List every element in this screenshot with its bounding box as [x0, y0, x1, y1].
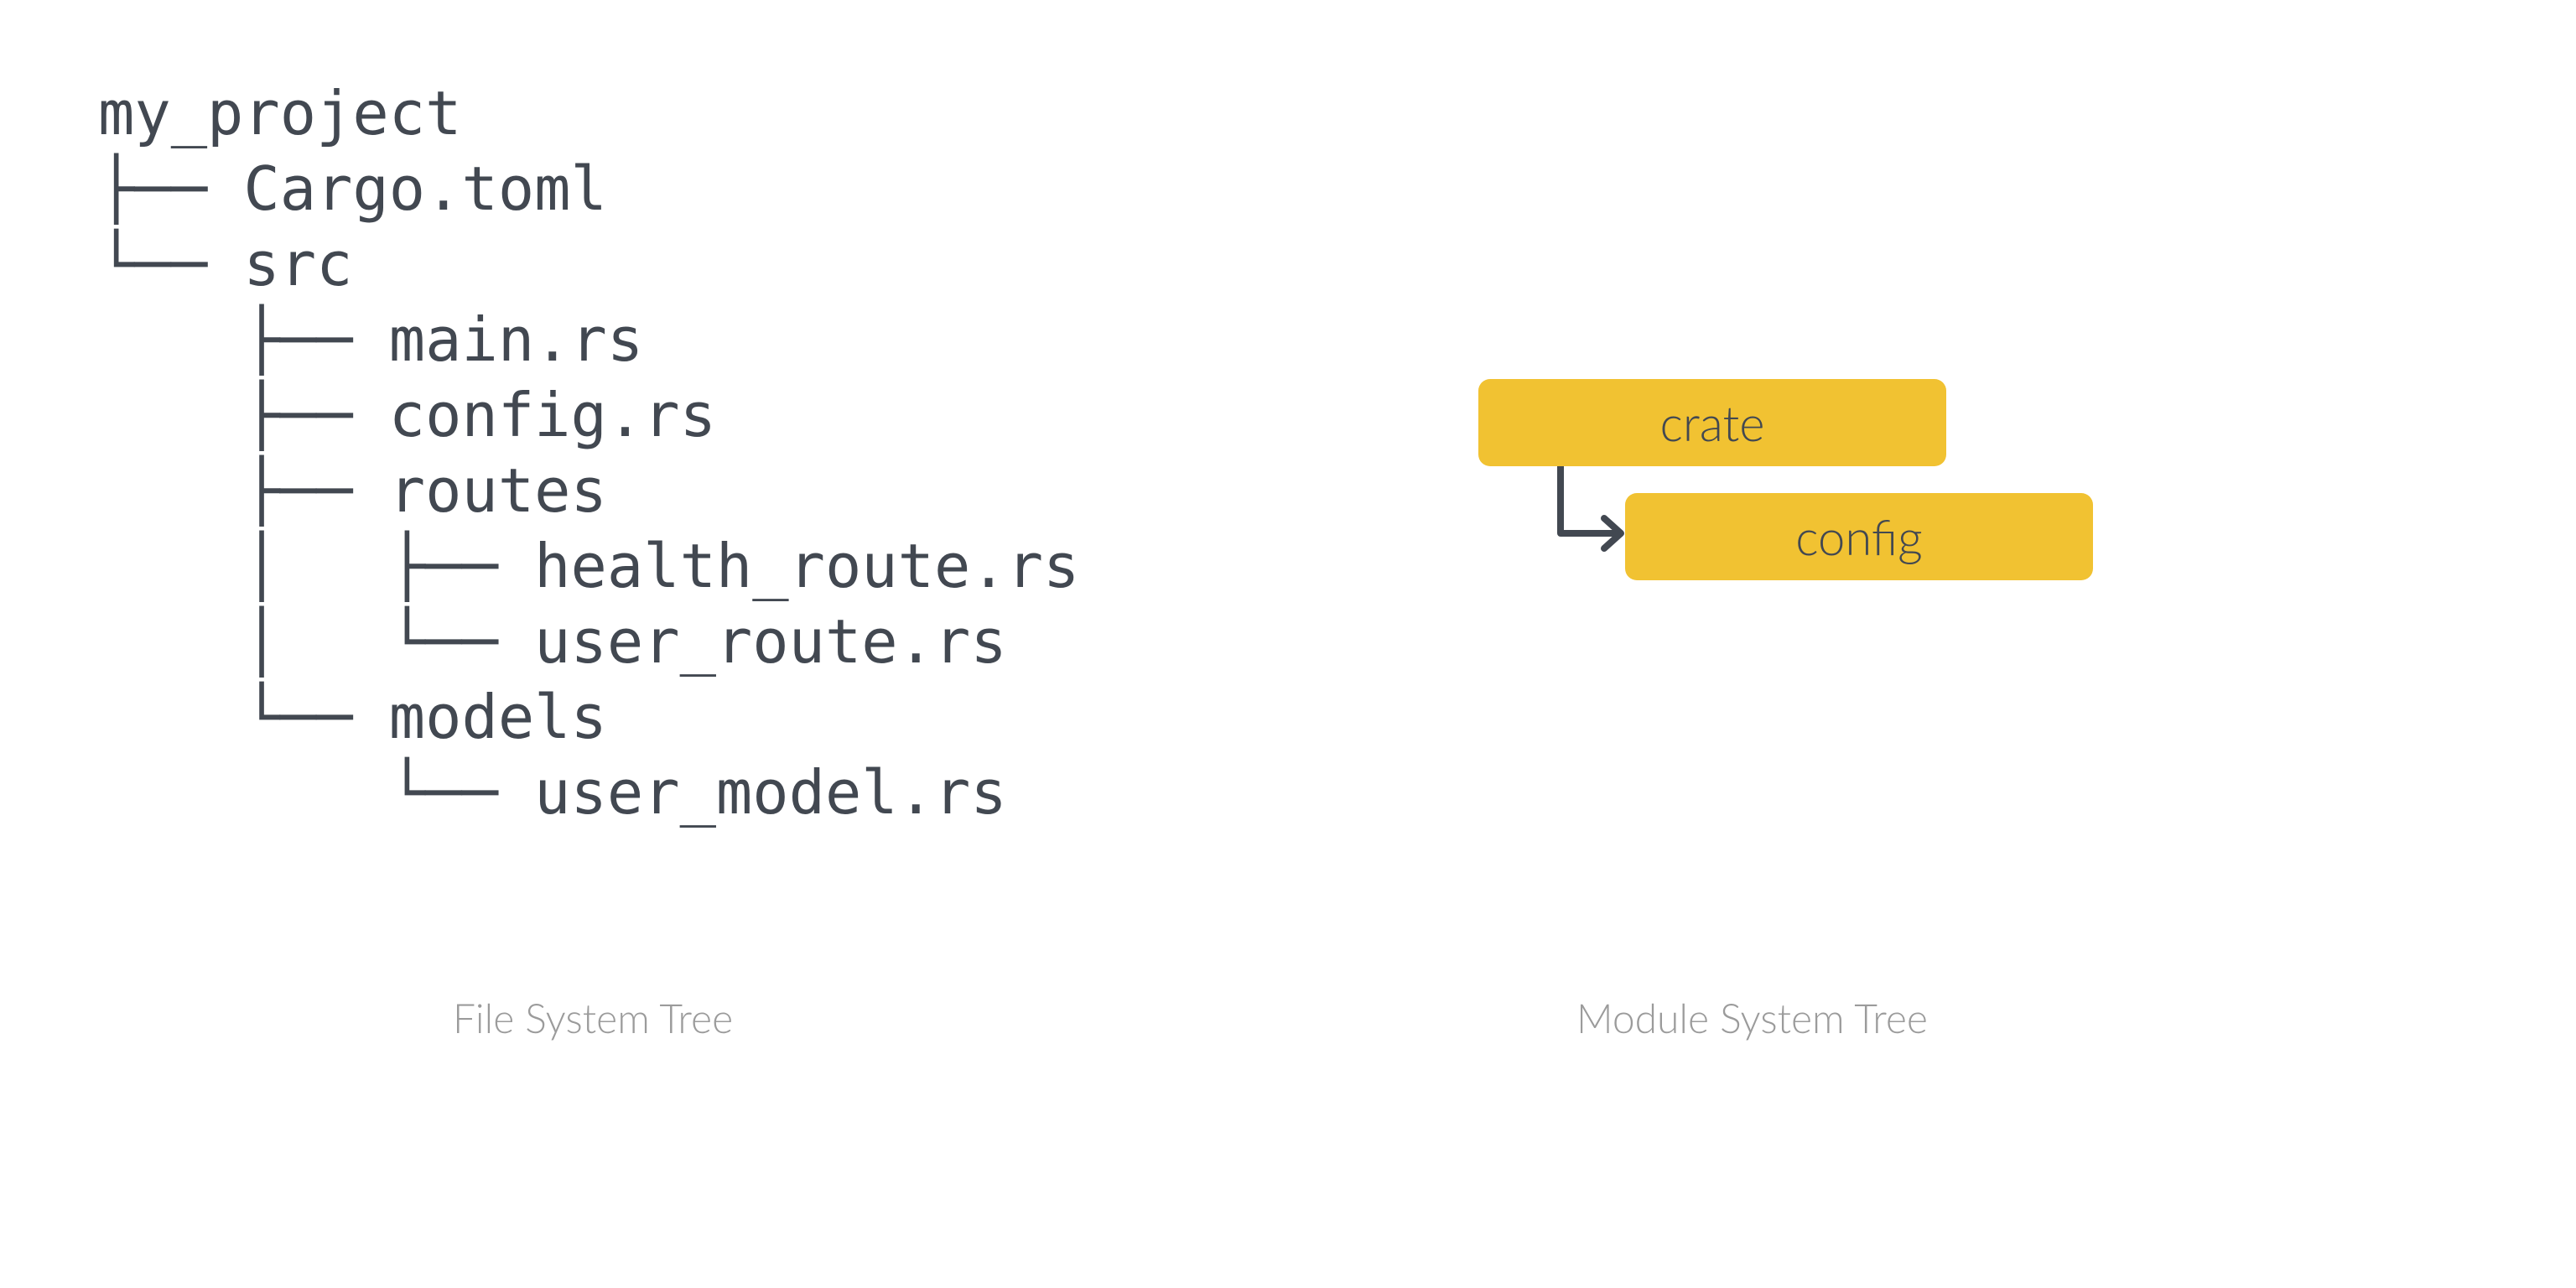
tree-node-userroute: │ └── user_route.rs: [98, 604, 1079, 679]
tree-node-cargo: ├── Cargo.toml: [98, 151, 1079, 226]
diagram-canvas: my_project ├── Cargo.toml └── src ├── ma…: [0, 0, 2576, 1288]
module-box-crate: crate: [1478, 379, 1946, 466]
tree-node-routes: ├── routes: [98, 453, 1079, 528]
tree-root: my_project: [98, 75, 1079, 151]
module-label-crate: crate: [1659, 394, 1764, 452]
tree-node-models: └── models: [98, 679, 1079, 755]
module-label-config: config: [1795, 508, 1923, 566]
module-box-config: config: [1625, 493, 2093, 580]
tree-node-src: └── src: [98, 226, 1079, 302]
tree-node-config: ├── config.rs: [98, 377, 1079, 453]
module-system-tree-caption: Module System Tree: [1576, 995, 1928, 1042]
tree-node-main: ├── main.rs: [98, 302, 1079, 377]
tree-node-health: │ ├── health_route.rs: [98, 528, 1079, 604]
file-system-tree-caption: File System Tree: [453, 995, 733, 1042]
tree-node-usermodel: └── user_model.rs: [98, 755, 1079, 830]
file-system-tree: my_project ├── Cargo.toml └── src ├── ma…: [98, 75, 1079, 830]
